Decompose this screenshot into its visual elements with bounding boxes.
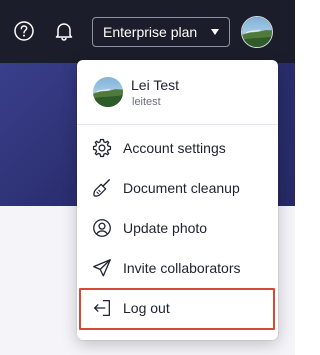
- plan-label: Enterprise plan: [103, 24, 198, 40]
- bell-icon[interactable]: [51, 18, 77, 44]
- caret-down-icon: [211, 29, 219, 35]
- menu-item-label: Update photo: [123, 220, 208, 236]
- user-avatar[interactable]: [241, 16, 273, 48]
- log-out-highlight-box: [79, 288, 275, 330]
- profile-username: leitest: [132, 96, 161, 108]
- menu-item-label: Account settings: [123, 140, 226, 156]
- help-icon[interactable]: [11, 18, 37, 44]
- menu-item-update-photo[interactable]: Update photo: [77, 208, 278, 248]
- plan-selector-button[interactable]: Enterprise plan: [92, 17, 230, 47]
- paper-plane-icon: [91, 257, 113, 279]
- profile-header: Lei Test leitest: [77, 60, 278, 124]
- menu-item-account-settings[interactable]: Account settings: [77, 128, 278, 168]
- account-dropdown-menu: Lei Test leitest Account settings Docume…: [77, 60, 278, 340]
- user-circle-icon: [91, 217, 113, 239]
- menu-item-label: Invite collaborators: [123, 260, 241, 276]
- menu-item-document-cleanup[interactable]: Document cleanup: [77, 168, 278, 208]
- menu-item-label: Document cleanup: [123, 180, 240, 196]
- top-bar: Enterprise plan: [0, 0, 295, 63]
- page: Enterprise plan Lei Test leitest Account…: [0, 0, 295, 355]
- gear-icon: [91, 137, 113, 159]
- divider: [77, 124, 278, 125]
- menu-item-invite-collaborators[interactable]: Invite collaborators: [77, 248, 278, 288]
- broom-icon: [91, 177, 113, 199]
- avatar: [93, 77, 123, 107]
- profile-name: Lei Test: [131, 77, 179, 93]
